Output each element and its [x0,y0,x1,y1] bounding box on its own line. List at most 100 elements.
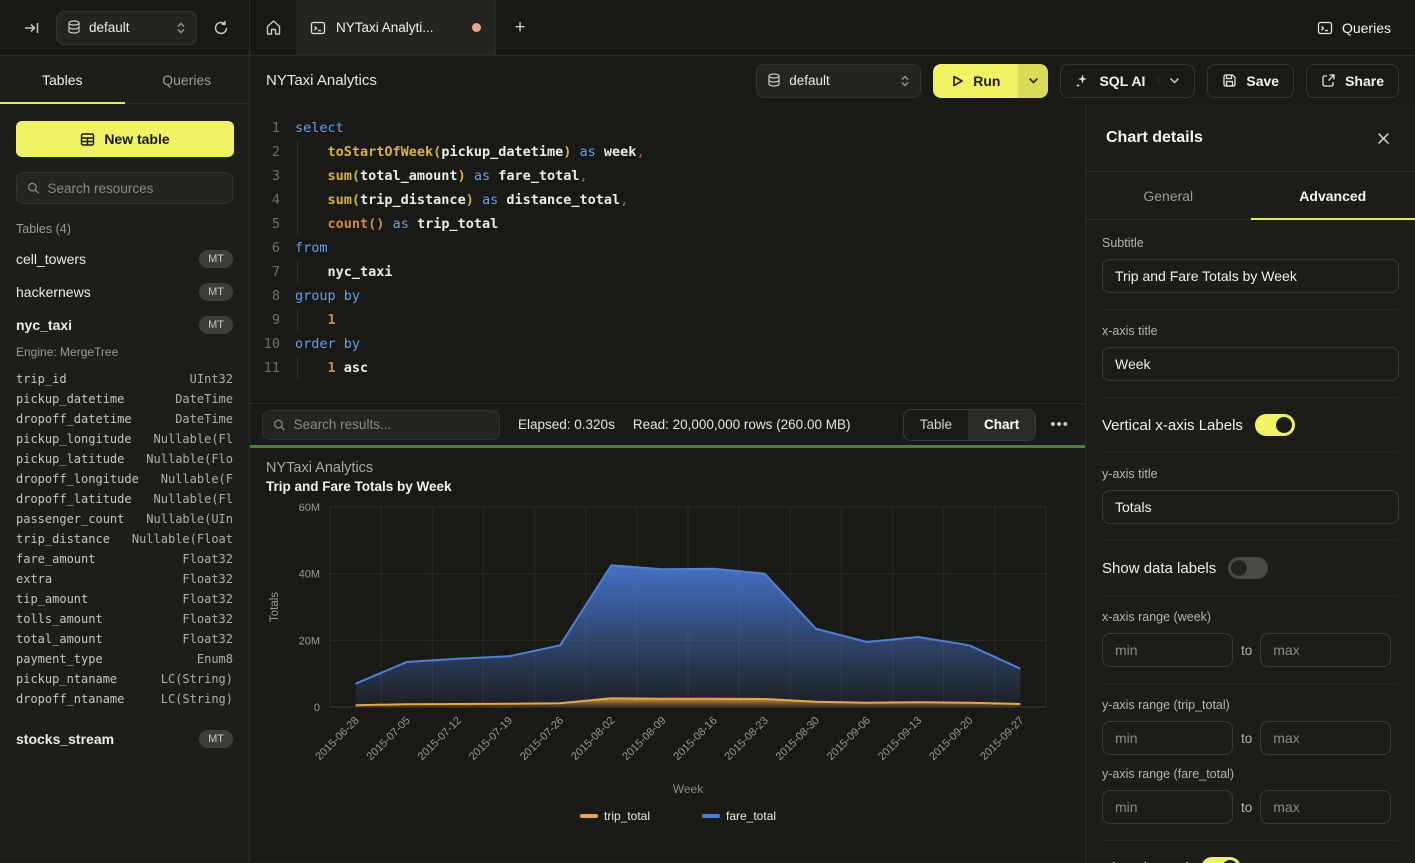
queries-button[interactable]: Queries [1317,20,1391,36]
x-tick-label: 2015-07-19 [467,715,515,763]
show-data-labels-toggle[interactable] [1228,557,1268,579]
vertical-xaxis-labels-toggle[interactable] [1255,414,1295,436]
database-selector[interactable]: default [56,11,197,45]
sidebar-search[interactable] [16,172,233,204]
column-name: pickup_longitude [16,432,132,446]
close-icon[interactable] [1371,126,1395,150]
yaxis-range-trip-min-input[interactable] [1102,721,1233,755]
column-name: tolls_amount [16,612,103,626]
table-row-nyc-taxi[interactable]: nyc_taxi MT [0,308,249,341]
column-type: Float32 [182,632,233,646]
yaxis-range-fare-max-input[interactable] [1260,790,1391,824]
column-type: Float32 [182,572,233,586]
x-tick-label: 2015-08-09 [620,715,668,763]
x-tick-label: 2015-08-30 [774,715,822,763]
xaxis-range-group: x-axis range (week) to [1102,596,1399,684]
xaxis-title-input[interactable] [1102,347,1399,381]
column-type: Float32 [182,612,233,626]
sql-ai-options-button[interactable] [1158,77,1180,84]
new-table-label: New table [104,131,169,147]
column-name: passenger_count [16,512,124,526]
x-tick-label: 2015-08-02 [569,715,617,763]
new-tab-button[interactable]: + [496,0,544,55]
engine-badge: MT [199,316,233,334]
query-header: NYTaxi Analytics default Run SQL AI [250,56,1415,105]
yaxis-range-fare-min-input[interactable] [1102,790,1233,824]
results-search-input[interactable] [294,417,489,432]
engine-badge: MT [199,730,233,748]
legend-swatch-trip_total[interactable] [580,814,598,818]
panel-tab-advanced[interactable]: Advanced [1251,172,1415,219]
query-database-selector[interactable]: default [756,64,921,98]
column-row: fare_amountFloat32 [0,549,249,569]
xaxis-title-label: x-axis title [1102,324,1399,338]
tab-nytaxi-analytics[interactable]: NYTaxi Analyti... [296,0,496,55]
column-type: Nullable(UIn [146,512,233,526]
share-button[interactable]: Share [1306,64,1399,98]
yaxis-title-group: y-axis title [1102,453,1399,541]
view-toggle-chart[interactable]: Chart [968,410,1035,440]
refresh-button[interactable] [207,14,235,42]
table-icon [80,132,95,147]
legend-swatch-fare_total[interactable] [702,814,720,818]
yaxis-range-trip-max-input[interactable] [1260,721,1391,755]
run-button-main[interactable]: Run [933,64,1018,98]
code-line: 2 toStartOfWeek(pickup_datetime) as week… [250,140,1085,164]
y-tick-label: 0 [314,702,320,714]
code-line: 11 1 asc [250,356,1085,380]
updown-chevron-icon [900,74,910,88]
sql-ai-button[interactable]: SQL AI [1060,64,1195,98]
queries-icon [1317,20,1333,36]
save-button[interactable]: Save [1207,64,1294,98]
yaxis-range-trip-group: y-axis range (trip_total) to [1102,684,1399,761]
show-legend-toggle[interactable] [1201,857,1241,863]
panel-tab-general[interactable]: General [1086,172,1251,219]
x-tick-label: 2015-08-23 [723,715,771,763]
updown-chevron-icon [176,21,186,35]
x-tick-label: 2015-08-16 [671,715,719,763]
table-row-stocks-stream[interactable]: stocks_stream MT [0,722,249,755]
column-name: tip_amount [16,592,88,606]
table-row-hackernews[interactable]: hackernews MT [0,275,249,308]
x-tick-label: 2015-09-20 [927,715,975,763]
search-icon [27,181,40,195]
xaxis-range-min-input[interactable] [1102,633,1233,667]
view-toggle-table[interactable]: Table [904,410,968,440]
yaxis-title-label: y-axis title [1102,467,1399,481]
refresh-icon [213,20,229,36]
area-chart[interactable]: 020M40M60M2015-06-282015-07-052015-07-12… [254,498,1074,842]
unsaved-changes-dot [472,23,481,32]
run-options-button[interactable] [1018,64,1048,98]
run-button[interactable]: Run [933,64,1048,98]
table-name: stocks_stream [16,731,114,747]
line-number: 2 [250,140,280,164]
x-tick-label: 2015-07-12 [416,715,464,763]
show-data-labels-label: Show data labels [1102,560,1216,577]
results-more-button[interactable]: ••• [1046,416,1073,433]
engine-badge: MT [199,283,233,301]
sidebar-tab-tables[interactable]: Tables [0,56,125,103]
xaxis-range-max-input[interactable] [1260,633,1391,667]
main-pane: 1select2 toStartOfWeek(pickup_datetime) … [250,105,1085,863]
sidebar-tab-queries[interactable]: Queries [125,56,250,103]
sidebar-search-input[interactable] [48,181,222,196]
column-name: pickup_ntaname [16,672,117,686]
subtitle-group: Subtitle [1102,222,1399,310]
results-search[interactable] [262,410,500,440]
show-legend-label: Show legend [1102,860,1189,863]
legend-label-trip_total[interactable]: trip_total [604,809,650,823]
collapse-sidebar-button[interactable] [18,14,46,42]
y-tick-label: 60M [299,502,320,514]
panel-tabs: General Advanced [1086,172,1415,220]
new-table-button[interactable]: New table [16,121,234,157]
tab-label: NYTaxi Analyti... [336,20,462,35]
tab-home[interactable] [250,0,296,55]
yaxis-title-input[interactable] [1102,490,1399,524]
legend-label-fare_total[interactable]: fare_total [726,809,776,823]
sql-editor[interactable]: 1select2 toStartOfWeek(pickup_datetime) … [250,105,1085,403]
search-icon [273,418,286,432]
collapse-sidebar-icon [24,20,40,36]
column-name: pickup_latitude [16,452,124,466]
subtitle-input[interactable] [1102,259,1399,293]
table-row-cell-towers[interactable]: cell_towers MT [0,242,249,275]
